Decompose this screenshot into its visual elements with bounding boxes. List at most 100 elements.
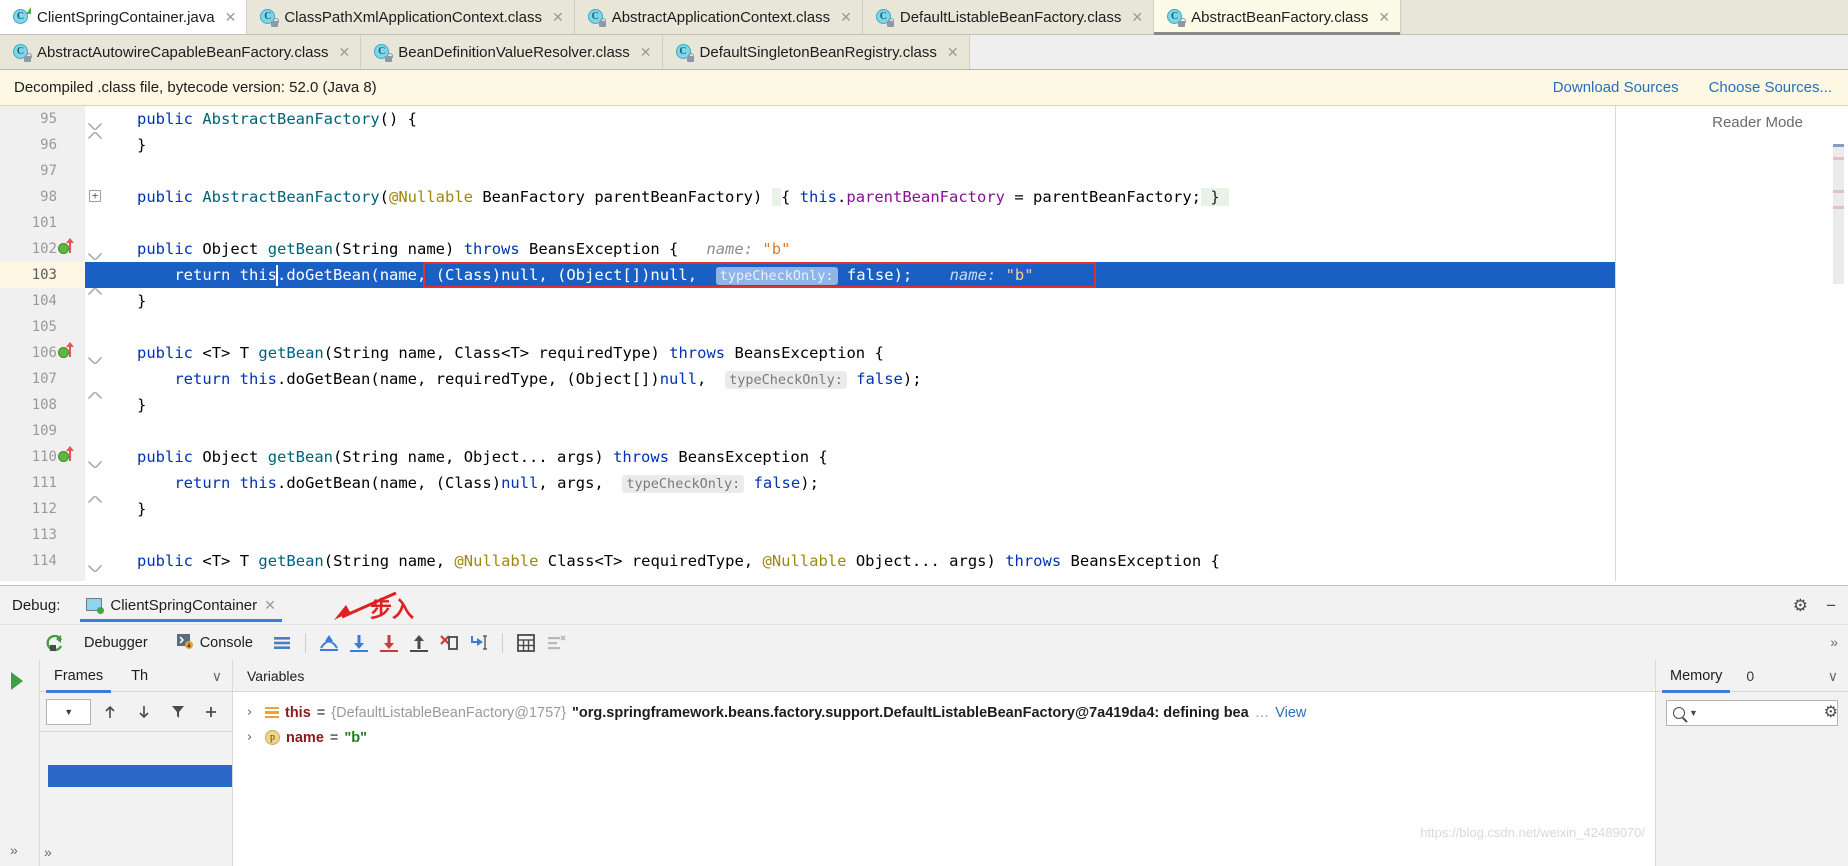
debug-settings-icon[interactable]: ⚙ bbox=[1793, 596, 1808, 616]
force-step-into-icon[interactable] bbox=[374, 628, 404, 658]
frames-overflow-icon[interactable]: » bbox=[44, 844, 52, 860]
rerun-icon[interactable] bbox=[40, 628, 70, 658]
code-line-95[interactable]: public AbstractBeanFactory() { bbox=[107, 106, 1615, 132]
memory-search-input[interactable]: ▼ bbox=[1666, 700, 1838, 726]
code-line-98[interactable]: public AbstractBeanFactory(@Nullable Bea… bbox=[107, 184, 1615, 210]
filter-frames-icon[interactable] bbox=[163, 697, 193, 727]
chevron-down-icon[interactable]: ∨ bbox=[1828, 668, 1838, 685]
editor-scrollbar-thumb[interactable] bbox=[1833, 144, 1844, 284]
close-icon[interactable]: ✕ bbox=[637, 44, 652, 61]
step-over-icon[interactable] bbox=[314, 628, 344, 658]
breakpoint-icon[interactable] bbox=[58, 347, 69, 358]
code-line-106[interactable]: public <T> T getBean(String name, Class<… bbox=[107, 340, 1615, 366]
tab-console[interactable]: Console bbox=[162, 625, 267, 661]
fold-region-end[interactable] bbox=[89, 132, 102, 158]
fold-region-expand[interactable]: + bbox=[89, 184, 102, 210]
code-line-105[interactable] bbox=[107, 314, 1615, 340]
code-line-112[interactable]: } bbox=[107, 496, 1615, 522]
memory-settings-icon[interactable]: ⚙ bbox=[1824, 702, 1838, 722]
breakpoint-marker[interactable] bbox=[58, 340, 78, 366]
fold-region-collapse[interactable] bbox=[89, 548, 102, 574]
frame-down-icon[interactable] bbox=[129, 697, 159, 727]
evaluate-expression-icon[interactable] bbox=[511, 628, 541, 658]
fold-region-collapse[interactable] bbox=[89, 236, 102, 262]
code-line-114[interactable]: public <T> T getBean(String name, @Nulla… bbox=[107, 548, 1615, 574]
code-line-111[interactable]: return this.doGetBean(name, (Class)null,… bbox=[107, 470, 1615, 496]
close-icon[interactable]: ✕ bbox=[1375, 9, 1390, 26]
editor-tab-label: ClassPathXmlApplicationContext.class bbox=[284, 8, 542, 26]
search-dropdown-icon[interactable]: ▼ bbox=[1689, 708, 1698, 718]
editor-tab-classpathxmlapplicationcontext[interactable]: C ClassPathXmlApplicationContext.class ✕ bbox=[247, 0, 575, 34]
fold-region-end[interactable] bbox=[89, 392, 102, 418]
close-icon[interactable]: ✕ bbox=[336, 44, 351, 61]
close-icon[interactable]: ✕ bbox=[837, 9, 852, 26]
editor-tab-defaultlistablebeanfactory[interactable]: C DefaultListableBeanFactory.class ✕ bbox=[862, 0, 1155, 34]
close-icon[interactable]: ✕ bbox=[944, 44, 959, 61]
editor-code-area[interactable]: public AbstractBeanFactory() { } public … bbox=[107, 106, 1616, 581]
close-icon[interactable]: ✕ bbox=[1128, 9, 1143, 26]
fold-region-end[interactable] bbox=[89, 496, 102, 522]
breakpoint-marker[interactable] bbox=[58, 236, 78, 262]
view-value-link[interactable]: View bbox=[1275, 705, 1306, 721]
breakpoint-icon[interactable] bbox=[58, 243, 69, 254]
variable-row-this[interactable]: › this = {DefaultListableBeanFactory@175… bbox=[233, 700, 1655, 725]
step-out-icon[interactable] bbox=[404, 628, 434, 658]
chevron-right-icon[interactable]: › bbox=[247, 730, 259, 745]
variable-equals: = bbox=[329, 729, 339, 746]
chevron-right-icon[interactable]: › bbox=[247, 705, 259, 720]
frame-list-item-selected[interactable] bbox=[48, 765, 232, 787]
code-line-103[interactable]: return this.doGetBean(name, (Class)null,… bbox=[107, 262, 1615, 288]
thread-selector-combo[interactable]: ▼ bbox=[46, 698, 92, 725]
code-line-102[interactable]: public Object getBean(String name) throw… bbox=[107, 236, 1615, 262]
code-line-97[interactable] bbox=[107, 158, 1615, 184]
debug-toolbar: Debugger Console » bbox=[0, 624, 1848, 660]
fold-region-collapse[interactable] bbox=[89, 444, 102, 470]
mute-breakpoints-icon[interactable] bbox=[541, 628, 571, 658]
tab-threads[interactable]: Th bbox=[117, 660, 162, 692]
editor-tab-beandefinitionvalueresolver[interactable]: C BeanDefinitionValueResolver.class ✕ bbox=[361, 35, 663, 69]
tab-frames[interactable]: Frames bbox=[40, 660, 117, 693]
breakpoint-icon[interactable] bbox=[58, 451, 69, 462]
code-line-96[interactable]: } bbox=[107, 132, 1615, 158]
editor-tab-abstractautowirecapablebeanfactory[interactable]: C AbstractAutowireCapableBeanFactory.cla… bbox=[0, 35, 362, 69]
frames-toolbar: ▼ bbox=[40, 692, 232, 732]
frame-up-icon[interactable] bbox=[95, 697, 125, 727]
download-sources-link[interactable]: Download Sources bbox=[1553, 79, 1679, 96]
code-line-104[interactable]: } bbox=[107, 288, 1615, 314]
line-number: 106 bbox=[31, 345, 57, 361]
close-icon[interactable]: ✕ bbox=[264, 597, 276, 614]
variable-row-name[interactable]: › p name = "b" bbox=[233, 725, 1655, 750]
layout-icon[interactable] bbox=[267, 628, 297, 658]
editor-tab-defaultsingletonbeanregistry[interactable]: C DefaultSingletonBeanRegistry.class ✕ bbox=[662, 35, 970, 69]
drop-frame-icon[interactable] bbox=[434, 628, 464, 658]
debug-session-tab[interactable]: ClientSpringContainer ✕ bbox=[76, 586, 285, 624]
code-line-107[interactable]: return this.doGetBean(name, requiredType… bbox=[107, 366, 1615, 392]
fold-region-end[interactable] bbox=[89, 288, 102, 314]
toolbar-overflow-icon[interactable]: » bbox=[1830, 634, 1838, 650]
close-icon[interactable]: ✕ bbox=[222, 9, 237, 26]
fold-region-collapse[interactable] bbox=[89, 340, 102, 366]
editor-tab-abstractbeanfactory[interactable]: C AbstractBeanFactory.class ✕ bbox=[1154, 0, 1402, 35]
add-frame-icon[interactable] bbox=[196, 697, 226, 727]
toolbar-separator bbox=[501, 632, 503, 653]
step-into-icon[interactable] bbox=[344, 628, 374, 658]
breakpoint-marker[interactable] bbox=[58, 444, 78, 470]
tab-debugger[interactable]: Debugger bbox=[70, 625, 162, 661]
code-line-101[interactable] bbox=[107, 210, 1615, 236]
fold-region-collapse[interactable] bbox=[89, 106, 102, 132]
tab-memory[interactable]: Memory bbox=[1656, 660, 1736, 693]
code-line-113[interactable] bbox=[107, 522, 1615, 548]
code-line-108[interactable]: } bbox=[107, 392, 1615, 418]
editor-fold-column[interactable]: + bbox=[85, 106, 107, 581]
code-line-109[interactable] bbox=[107, 418, 1615, 444]
choose-sources-link[interactable]: Choose Sources... bbox=[1709, 79, 1832, 96]
editor-tab-abstractapplicationcontext[interactable]: C AbstractApplicationContext.class ✕ bbox=[574, 0, 863, 34]
code-line-110[interactable]: public Object getBean(String name, Objec… bbox=[107, 444, 1615, 470]
editor-tab-clientspringcontainer[interactable]: C ClientSpringContainer.java ✕ bbox=[0, 0, 248, 34]
chevron-down-icon[interactable]: ∨ bbox=[212, 668, 222, 685]
line-number: 97 bbox=[40, 163, 57, 179]
editor-gutter[interactable]: 95 96 97 98 101 102 103 104 105 106 107 … bbox=[0, 106, 85, 581]
debug-collapse-icon[interactable]: − bbox=[1826, 596, 1836, 616]
close-icon[interactable]: ✕ bbox=[549, 9, 564, 26]
run-to-cursor-icon[interactable] bbox=[464, 628, 494, 658]
